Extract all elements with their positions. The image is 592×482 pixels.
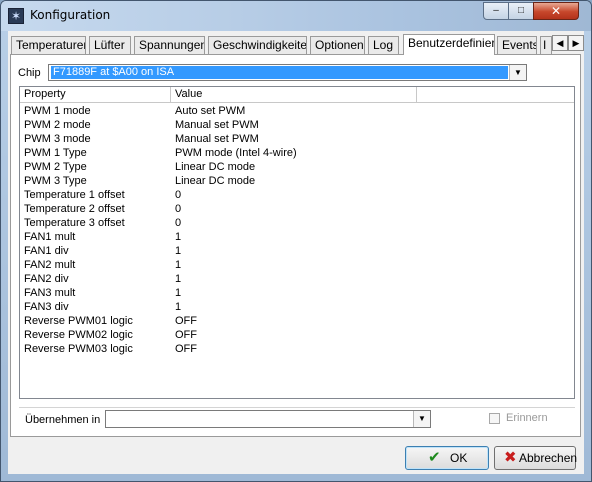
- ok-button[interactable]: ✔ OK: [405, 446, 489, 470]
- value-cell: OFF: [175, 343, 197, 355]
- remember-checkbox-box[interactable]: [489, 413, 500, 424]
- property-cell: PWM 2 mode: [24, 119, 91, 131]
- chevron-down-icon[interactable]: ▼: [413, 411, 430, 427]
- remember-label: Erinnern: [506, 412, 548, 424]
- grid-rows: PWM 1 mode Auto set PWM PWM 2 mode Manual …: [20, 104, 574, 356]
- property-cell: FAN2 div: [24, 273, 69, 285]
- tab-optionen[interactable]: Optionen: [310, 36, 365, 54]
- value-cell: Auto set PWM: [175, 105, 246, 117]
- checkmark-icon: ✔: [428, 449, 441, 466]
- property-cell: PWM 1 mode: [24, 105, 91, 117]
- ok-label: OK: [450, 451, 468, 465]
- window-title: Konfiguration: [30, 8, 111, 22]
- table-row[interactable]: FAN3 div 1: [20, 300, 574, 314]
- tab-scroll-left-icon[interactable]: ◀: [552, 35, 568, 51]
- value-cell: OFF: [175, 315, 197, 327]
- value-cell: 1: [175, 287, 182, 299]
- property-cell: Temperature 2 offset: [24, 203, 125, 215]
- divider: [19, 407, 575, 408]
- table-row[interactable]: PWM 3 Type Linear DC mode: [20, 174, 574, 188]
- value-cell: 1: [175, 259, 182, 271]
- tab-strip: Temperaturen Lüfter Spannungen Geschwind…: [8, 34, 584, 55]
- table-row[interactable]: FAN3 mult 1: [20, 286, 574, 300]
- cancel-x-icon: ✖: [504, 449, 517, 466]
- property-cell: PWM 3 Type: [24, 175, 87, 187]
- app-icon: ✶: [8, 8, 24, 24]
- tab-events[interactable]: Events: [497, 36, 537, 54]
- property-cell: Reverse PWM03 logic: [24, 343, 133, 355]
- tab-luefter[interactable]: Lüfter: [89, 36, 131, 54]
- header-value[interactable]: Value: [171, 87, 417, 102]
- chip-selected-value[interactable]: F71889F at $A00 on ISA: [51, 66, 508, 79]
- property-cell: Reverse PWM02 logic: [24, 329, 133, 341]
- value-cell: Manual set PWM: [175, 133, 259, 145]
- config-window: ✶ Konfiguration – □ ✕ Temperaturen Lüfte…: [0, 0, 592, 482]
- tab-spannungen[interactable]: Spannungen: [134, 36, 205, 54]
- value-cell: 1: [175, 273, 182, 285]
- table-row[interactable]: Reverse PWM03 logic OFF: [20, 342, 574, 356]
- table-row[interactable]: Temperature 3 offset 0: [20, 216, 574, 230]
- value-cell: Manual set PWM: [175, 119, 259, 131]
- table-row[interactable]: PWM 1 mode Auto set PWM: [20, 104, 574, 118]
- property-cell: Temperature 1 offset: [24, 189, 125, 201]
- property-cell: PWM 3 mode: [24, 133, 91, 145]
- property-cell: Temperature 3 offset: [24, 217, 125, 229]
- value-cell: 0: [175, 203, 182, 215]
- table-row[interactable]: FAN1 mult 1: [20, 230, 574, 244]
- tab-temperaturen[interactable]: Temperaturen: [11, 36, 86, 54]
- table-row[interactable]: FAN2 mult 1: [20, 258, 574, 272]
- app-glyph: ✶: [10, 9, 22, 23]
- property-grid[interactable]: Property Value PWM 1 mode Auto set PWM PW…: [19, 86, 575, 399]
- property-cell: FAN3 mult: [24, 287, 76, 299]
- value-cell: 1: [175, 245, 182, 257]
- table-row[interactable]: PWM 3 mode Manual set PWM: [20, 132, 574, 146]
- property-cell: PWM 2 Type: [24, 161, 87, 173]
- value-cell: 1: [175, 301, 182, 313]
- minimize-button[interactable]: –: [483, 2, 509, 20]
- property-cell: FAN1 div: [24, 245, 69, 257]
- table-row[interactable]: Reverse PWM02 logic OFF: [20, 328, 574, 342]
- property-cell: PWM 1 Type: [24, 147, 87, 159]
- tab-benutzerdefiniert[interactable]: Benutzerdefiniert: [403, 34, 495, 55]
- table-row[interactable]: FAN2 div 1: [20, 272, 574, 286]
- value-cell: 0: [175, 189, 182, 201]
- chip-select[interactable]: F71889F at $A00 on ISA ▼: [48, 64, 527, 81]
- value-cell: OFF: [175, 329, 197, 341]
- apply-to-label: Übernehmen in: [25, 414, 101, 426]
- chevron-down-icon[interactable]: ▼: [509, 65, 526, 80]
- tab-scroll-right-icon[interactable]: ▶: [568, 35, 584, 51]
- chip-label: Chip: [18, 67, 41, 79]
- table-row[interactable]: Temperature 2 offset 0: [20, 202, 574, 216]
- grid-header: Property Value: [20, 87, 574, 103]
- header-property[interactable]: Property: [20, 87, 171, 102]
- cancel-button[interactable]: ✖ Abbrechen: [494, 446, 578, 470]
- dialog-client: Temperaturen Lüfter Spannungen Geschwind…: [8, 31, 584, 474]
- table-row[interactable]: PWM 1 Type PWM mode (Intel 4-wire): [20, 146, 574, 160]
- close-button[interactable]: ✕: [533, 2, 579, 20]
- property-cell: FAN1 mult: [24, 231, 76, 243]
- property-cell: FAN2 mult: [24, 259, 76, 271]
- value-cell: 0: [175, 217, 182, 229]
- property-cell: FAN3 div: [24, 301, 69, 313]
- apply-to-select[interactable]: ▼: [105, 410, 431, 428]
- table-row[interactable]: PWM 2 Type Linear DC mode: [20, 160, 574, 174]
- value-cell: Linear DC mode: [175, 161, 256, 173]
- header-empty: [417, 87, 574, 102]
- table-row[interactable]: Reverse PWM01 logic OFF: [20, 314, 574, 328]
- value-cell: PWM mode (Intel 4-wire): [175, 147, 297, 159]
- value-cell: 1: [175, 231, 182, 243]
- tab-overflow[interactable]: I: [540, 36, 552, 54]
- value-cell: Linear DC mode: [175, 175, 256, 187]
- table-row[interactable]: FAN1 div 1: [20, 244, 574, 258]
- title-bar[interactable]: ✶ Konfiguration – □ ✕: [1, 1, 591, 31]
- tab-page-benutzerdefiniert: Chip F71889F at $A00 on ISA ▼ Property V…: [10, 54, 581, 437]
- table-row[interactable]: Temperature 1 offset 0: [20, 188, 574, 202]
- tab-geschwindigkeiten[interactable]: Geschwindigkeiten: [208, 36, 307, 54]
- cancel-label: Abbrechen: [519, 451, 578, 465]
- table-row[interactable]: PWM 2 mode Manual set PWM: [20, 118, 574, 132]
- tab-log[interactable]: Log: [368, 36, 399, 54]
- maximize-button[interactable]: □: [508, 2, 534, 20]
- property-cell: Reverse PWM01 logic: [24, 315, 133, 327]
